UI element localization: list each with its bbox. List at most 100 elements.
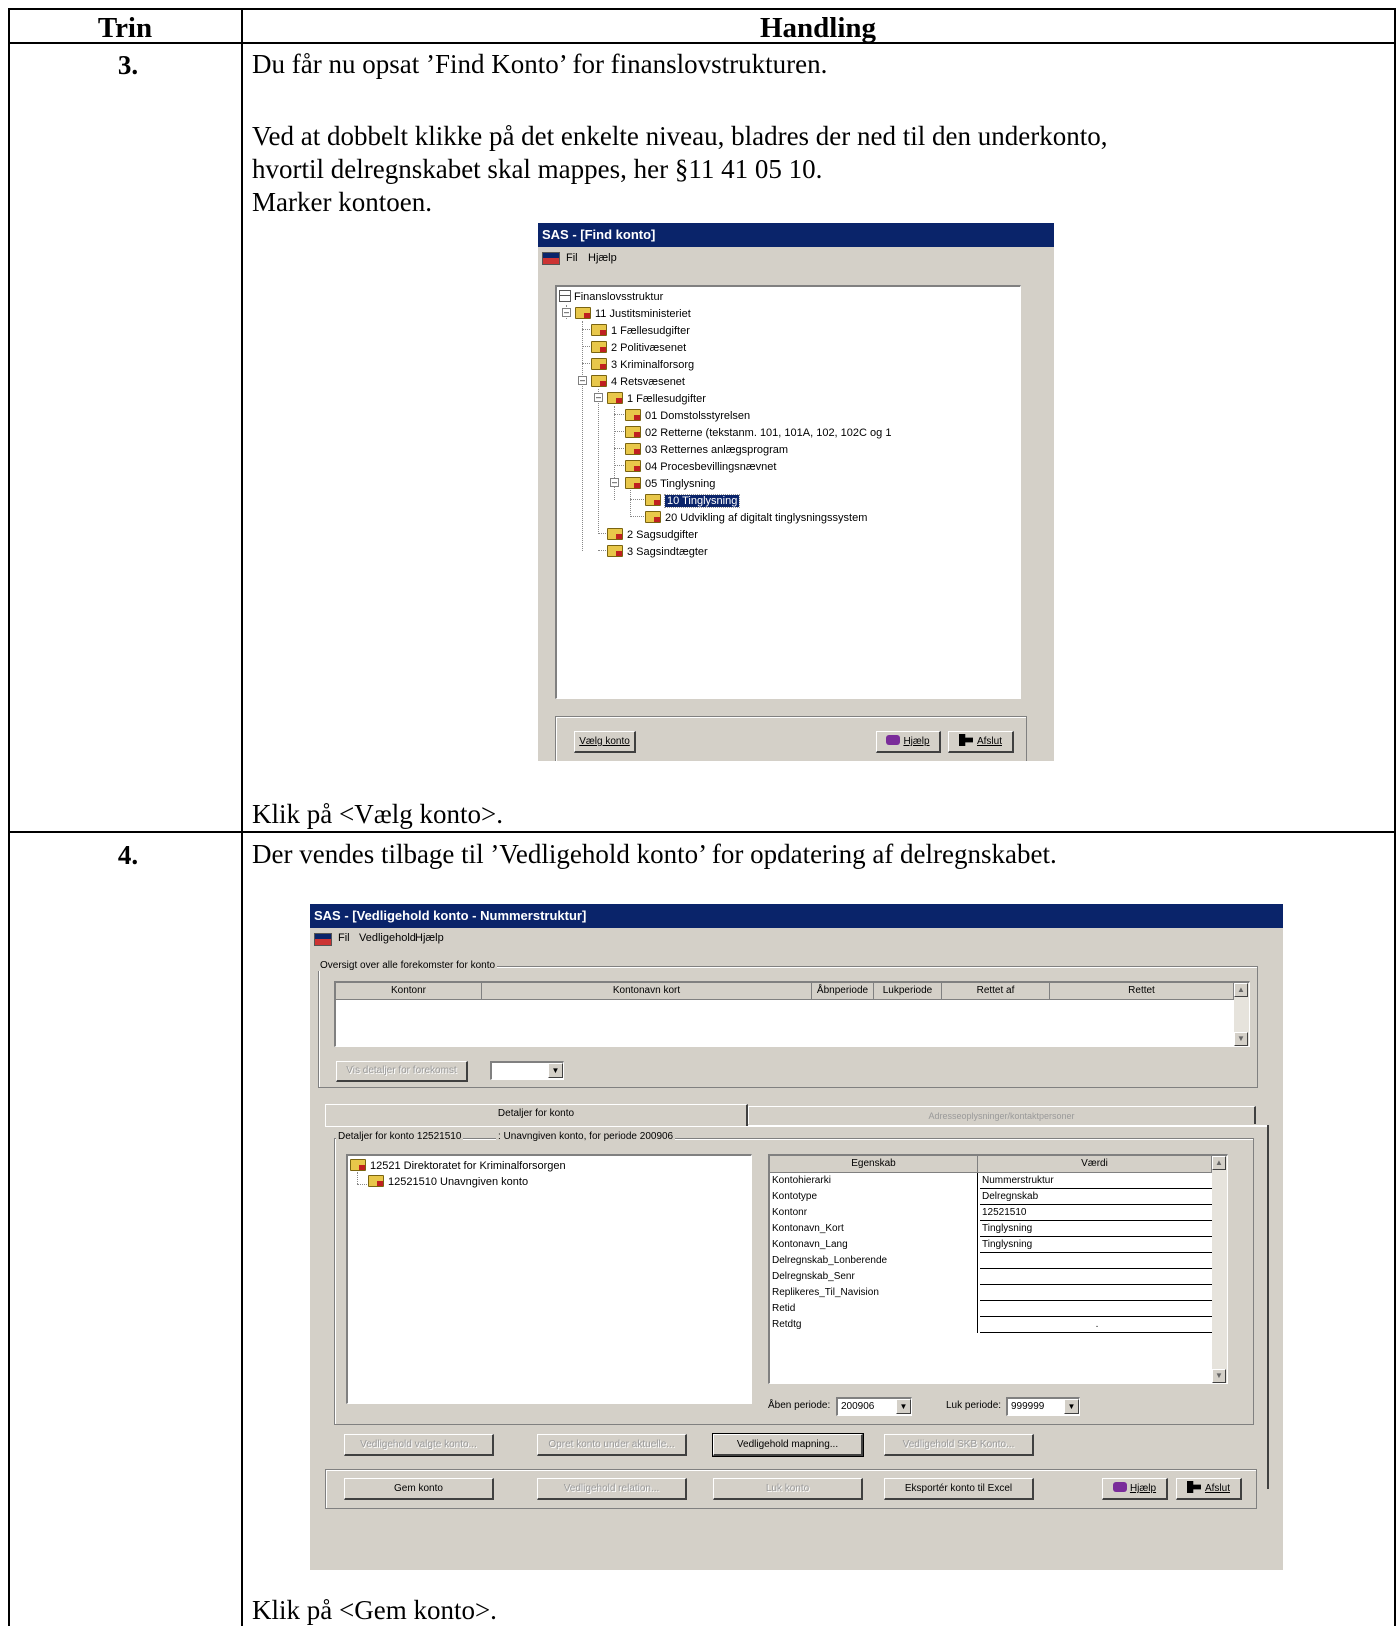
occurrence-grid[interactable]: Kontonr Kontonavn kort Åbnperiode Lukper… [334,981,1250,1047]
tree-node[interactable]: 4 Retsvæsenet [591,374,685,391]
tree-node[interactable]: 12521 Direktoratet for Kriminalforsorgen [350,1158,566,1175]
export-excel-button[interactable]: Eksportér konto til Excel [884,1478,1034,1500]
menu-fil[interactable]: Fil [566,247,578,269]
column-header[interactable]: Egenskab [770,1156,978,1173]
select-value: 200906 [841,1401,875,1412]
maintain-skb-account-button[interactable]: Vedligehold SKB Konto... [884,1434,1034,1456]
tree-node[interactable]: 05 Tinglysning [625,476,715,493]
menu-vedligehold[interactable]: Vedligehold [359,928,416,948]
help-book-icon [886,735,901,745]
aaben-periode-select[interactable]: 200906 ▼ [836,1397,912,1416]
app-icon [542,252,560,265]
tree-label: 10 Tinglysning [663,494,741,508]
property-key: Kontotype [772,1191,818,1202]
tree-node[interactable]: 1 Fællesudgifter [607,391,706,408]
close-account-button[interactable]: Luk konto [713,1478,863,1500]
property-value[interactable]: Nummerstruktur [980,1173,1212,1189]
menu-hjaelp[interactable]: Hjælp [588,247,617,269]
tree-connector [630,499,644,500]
exit-button[interactable]: Afslut [1176,1478,1242,1500]
properties-grid[interactable]: Egenskab Værdi Kontohierarki Nummerstrukt… [768,1154,1228,1384]
tab-details[interactable]: Detaljer for konto [325,1104,748,1126]
property-value[interactable] [980,1269,1212,1285]
chevron-down-icon[interactable]: ▼ [896,1399,911,1414]
column-header[interactable]: Åbnperiode [812,983,874,1000]
exit-door-icon [958,734,973,746]
tree-label: 12521510 Unavngiven konto [388,1176,529,1188]
tree-node[interactable]: 2 Politivæsenet [591,340,686,357]
property-value[interactable]: 12521510 [980,1205,1212,1221]
property-value[interactable]: Tinglysning [980,1221,1212,1237]
help-book-icon [1112,1482,1127,1492]
property-value[interactable] [980,1301,1212,1317]
tree-node[interactable]: 20 Udvikling af digitalt tinglysningssys… [645,510,867,527]
column-header[interactable]: Værdi [978,1156,1212,1173]
chevron-down-icon[interactable]: ▼ [548,1063,563,1078]
tree-node[interactable]: 11 Justitsministeriet [575,306,691,323]
tree-label: 03 Retternes anlægsprogram [645,444,789,456]
column-header[interactable]: Rettet af [942,983,1050,1000]
tree-node[interactable]: 1 Fællesudgifter [591,323,690,340]
select-account-button[interactable]: Vælg konto [574,731,636,753]
step-footer: Klik på <Gem konto>. [252,1595,497,1625]
property-value[interactable]: Tinglysning [980,1237,1212,1253]
tree-node[interactable]: 2 Sagsudgifter [607,527,698,544]
properties-scrollbar[interactable]: ▲ ▼ [1212,1156,1227,1383]
scroll-up-icon[interactable]: ▲ [1212,1156,1226,1170]
property-value[interactable] [980,1253,1212,1269]
folder-icon [625,426,641,438]
property-value[interactable]: . [980,1317,1212,1333]
maintain-mapping-button[interactable]: Vedligehold mapning... [712,1433,864,1457]
collapse-icon[interactable]: – [578,376,587,385]
help-button[interactable]: Hjælp [876,731,941,753]
grid-scrollbar[interactable]: ▲ ▼ [1234,983,1249,1046]
maintain-relation-button[interactable]: Vedligehold relation... [537,1478,687,1500]
show-details-button[interactable]: Vis detaljer for forekomst [336,1061,468,1082]
help-button[interactable]: Hjælp [1102,1478,1168,1500]
tab-address[interactable]: Adresseoplysninger/kontaktpersoner [748,1106,1256,1124]
scroll-up-icon[interactable]: ▲ [1234,983,1248,997]
column-header[interactable]: Rettet [1050,983,1234,1000]
tree-node[interactable]: 3 Kriminalforsorg [591,357,694,374]
folder-icon [607,392,623,404]
vedligehold-konto-window: SAS - [Vedligehold konto - Nummerstruktu… [310,904,1283,1570]
folder-icon [607,545,623,557]
maintain-selected-account-button[interactable]: Vedligehold valgte konto... [344,1434,494,1456]
tree-label: 3 Sagsindtægter [627,546,708,558]
tree-node-selected[interactable]: 10 Tinglysning [645,493,741,510]
column-header[interactable]: Kontonr [336,983,482,1000]
exit-button[interactable]: Afslut [948,731,1014,753]
button-label: Hjælp [903,736,930,747]
collapse-icon[interactable]: – [594,393,603,402]
property-value[interactable]: Delregnskab [980,1189,1212,1205]
save-account-button[interactable]: Gem konto [344,1478,494,1500]
tree-root[interactable]: Finanslovsstruktur [559,289,663,306]
tree-node[interactable]: 04 Procesbevillingsnævnet [625,459,776,476]
column-header[interactable]: Kontonavn kort [482,983,812,1000]
collapse-icon[interactable]: – [562,308,571,317]
column-header[interactable]: Lukperiode [874,983,942,1000]
step-text: Der vendes tilbage til ’Vedligehold kont… [252,839,1057,869]
tree-label: 04 Procesbevillingsnævnet [645,461,777,473]
folder-icon [625,477,641,489]
tree-node[interactable]: 12521510 Unavngiven konto [368,1174,528,1191]
chevron-down-icon[interactable]: ▼ [1064,1399,1079,1414]
menu-fil[interactable]: Fil [338,928,350,948]
tree-node[interactable]: 02 Retterne (tekstanm. 101, 101A, 102, 1… [625,425,891,442]
create-account-button[interactable]: Opret konto under aktuelle... [537,1434,687,1456]
scroll-down-icon[interactable]: ▼ [1234,1032,1248,1046]
account-tree[interactable]: Finanslovsstruktur – 11 Justitsministeri… [555,285,1021,699]
tab-panel-right [1267,1125,1269,1489]
tree-node[interactable]: 01 Domstolsstyrelsen [625,408,750,425]
folder-icon [591,375,607,387]
tree-node[interactable]: 03 Retternes anlægsprogram [625,442,788,459]
folder-icon [591,324,607,336]
occurrence-select[interactable]: ▼ [490,1061,564,1080]
luk-periode-select[interactable]: 999999 ▼ [1006,1397,1080,1416]
tree-node[interactable]: 3 Sagsindtægter [607,544,708,561]
property-value[interactable] [980,1285,1212,1301]
account-tree[interactable]: 12521 Direktoratet for Kriminalforsorgen… [346,1154,752,1404]
menu-hjaelp[interactable]: Hjælp [415,928,444,948]
scroll-down-icon[interactable]: ▼ [1212,1369,1226,1383]
collapse-icon[interactable]: – [610,478,619,487]
